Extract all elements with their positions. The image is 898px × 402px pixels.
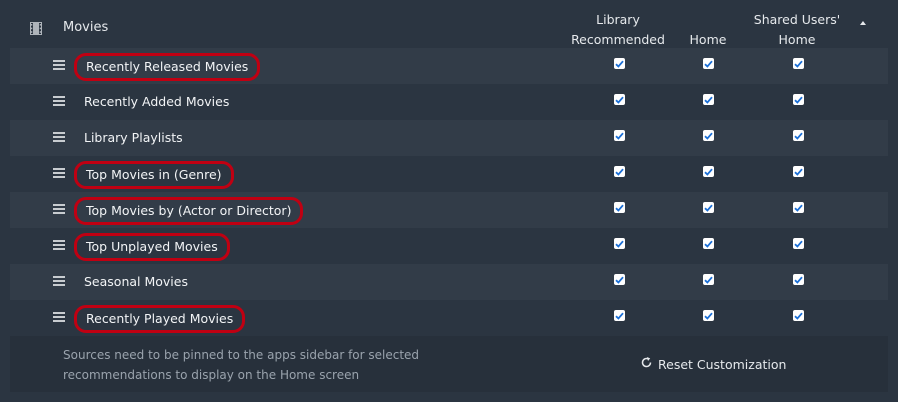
row-label: Top Unplayed Movies: [74, 233, 230, 261]
checkmark-icon: [794, 204, 803, 212]
checkbox-home[interactable]: [703, 94, 714, 105]
sort-ascending-icon[interactable]: [860, 21, 866, 25]
checkbox-home[interactable]: [703, 166, 714, 177]
checkmark-icon: [794, 312, 803, 320]
checkmark-icon: [704, 204, 713, 212]
drag-handle-icon[interactable]: [53, 312, 65, 322]
checkmark-icon: [794, 132, 803, 140]
checkmark-icon: [615, 276, 624, 284]
checkbox-home[interactable]: [703, 202, 714, 213]
checkbox-library-recommended[interactable]: [614, 130, 625, 141]
footer: Sources need to be pinned to the apps si…: [10, 336, 888, 392]
checkbox-shared-users-home[interactable]: [793, 274, 804, 285]
checkbox-home[interactable]: [703, 238, 714, 249]
row-label: Top Movies by (Actor or Director): [74, 197, 304, 225]
row-label: Recently Played Movies: [74, 305, 246, 333]
checkbox-home[interactable]: [703, 130, 714, 141]
checkbox-library-recommended[interactable]: [614, 238, 625, 249]
checkbox-library-recommended[interactable]: [614, 202, 625, 213]
checkmark-icon: [794, 240, 803, 248]
drag-handle-icon[interactable]: [53, 204, 65, 214]
row-label: Recently Released Movies: [74, 53, 261, 81]
checkbox-library-recommended[interactable]: [614, 94, 625, 105]
checkmark-icon: [704, 168, 713, 176]
column-header-shared-users-home[interactable]: Shared Users' Home: [737, 10, 857, 50]
table-row: Top Movies by (Actor or Director): [10, 192, 888, 228]
reset-customization-label: Reset Customization: [658, 356, 787, 372]
checkmark-icon: [704, 240, 713, 248]
table-row: Seasonal Movies: [10, 264, 888, 300]
checkbox-shared-users-home[interactable]: [793, 130, 804, 141]
row-label: Recently Added Movies: [84, 94, 230, 109]
checkmark-icon: [794, 168, 803, 176]
table-row: Top Movies in (Genre): [10, 156, 888, 192]
drag-handle-icon[interactable]: [53, 240, 65, 250]
drag-handle-icon[interactable]: [53, 276, 65, 286]
checkmark-icon: [615, 132, 624, 140]
checkbox-home[interactable]: [703, 58, 714, 69]
checkmark-icon: [615, 204, 624, 212]
reset-icon: [640, 356, 653, 372]
table-row: Top Unplayed Movies: [10, 228, 888, 264]
checkbox-library-recommended[interactable]: [614, 274, 625, 285]
table-row: Library Playlists: [10, 120, 888, 156]
film-icon: [30, 20, 42, 39]
checkmark-icon: [704, 96, 713, 104]
checkmark-icon: [794, 96, 803, 104]
checkmark-icon: [704, 312, 713, 320]
drag-handle-icon[interactable]: [53, 60, 65, 70]
checkmark-icon: [794, 276, 803, 284]
drag-handle-icon[interactable]: [53, 96, 65, 106]
checkbox-shared-users-home[interactable]: [793, 166, 804, 177]
checkbox-shared-users-home[interactable]: [793, 310, 804, 321]
row-label: Top Movies in (Genre): [74, 161, 234, 189]
checkbox-shared-users-home[interactable]: [793, 238, 804, 249]
checkmark-icon: [615, 60, 624, 68]
checkbox-shared-users-home[interactable]: [793, 202, 804, 213]
checkmark-icon: [704, 132, 713, 140]
reset-customization-button[interactable]: Reset Customization: [640, 354, 786, 374]
pin-note: Sources need to be pinned to the apps si…: [63, 348, 420, 382]
checkbox-home[interactable]: [703, 310, 714, 321]
checkbox-home[interactable]: [703, 274, 714, 285]
checkbox-library-recommended[interactable]: [614, 310, 625, 321]
checkbox-shared-users-home[interactable]: [793, 94, 804, 105]
checkmark-icon: [794, 60, 803, 68]
checkmark-icon: [704, 276, 713, 284]
drag-handle-icon[interactable]: [53, 132, 65, 142]
table-row: Recently Released Movies: [10, 48, 888, 84]
checkmark-icon: [615, 168, 624, 176]
checkbox-library-recommended[interactable]: [614, 166, 625, 177]
checkmark-icon: [704, 60, 713, 68]
table-header: Movies Library Recommended Home Shared U…: [10, 0, 888, 48]
checkmark-icon: [615, 240, 624, 248]
section-title: Movies: [63, 20, 109, 35]
table-row: Recently Played Movies: [10, 300, 888, 336]
source-list: Recently Released Movies Recently Added M…: [10, 48, 888, 336]
checkmark-icon: [615, 312, 624, 320]
checkmark-icon: [615, 96, 624, 104]
table-row: Recently Added Movies: [10, 84, 888, 120]
row-label: Library Playlists: [84, 130, 183, 145]
movies-sources-panel: Movies Library Recommended Home Shared U…: [10, 0, 888, 392]
drag-handle-icon[interactable]: [53, 168, 65, 178]
checkbox-library-recommended[interactable]: [614, 58, 625, 69]
row-label: Seasonal Movies: [84, 274, 188, 289]
checkbox-shared-users-home[interactable]: [793, 58, 804, 69]
